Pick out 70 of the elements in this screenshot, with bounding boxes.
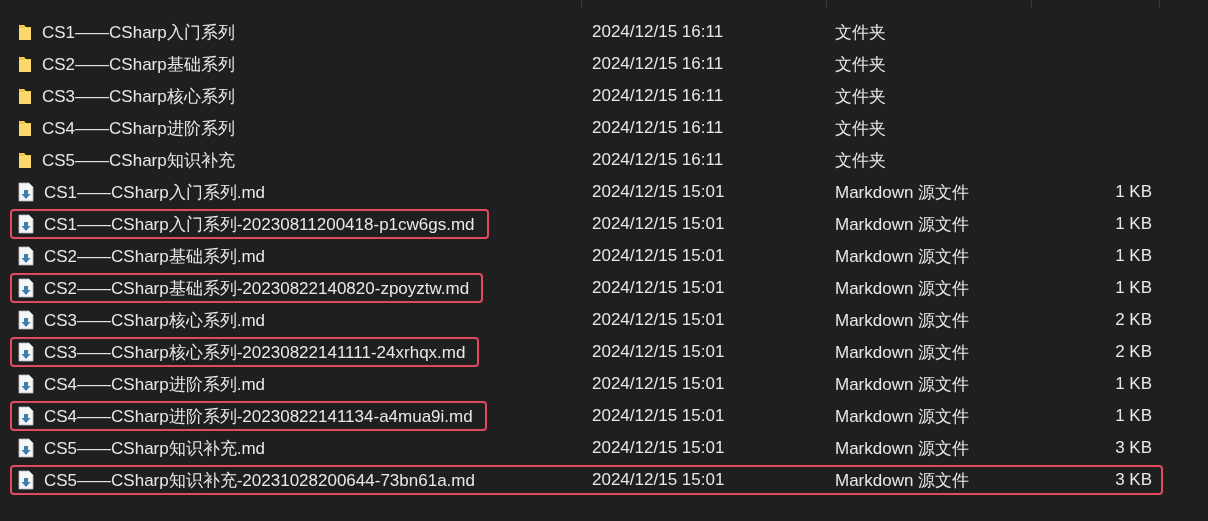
file-size: 1 KB xyxy=(1115,374,1153,394)
file-icon xyxy=(18,182,34,202)
file-size: 1 KB xyxy=(1115,278,1153,298)
modified-date: 2024/12/15 15:01 xyxy=(591,470,726,490)
modified-date: 2024/12/15 15:01 xyxy=(591,278,726,298)
modified-date: 2024/12/15 15:01 xyxy=(591,310,726,330)
modified-date: 2024/12/15 15:01 xyxy=(591,438,726,458)
file-size: 1 KB xyxy=(1115,406,1153,426)
file-name[interactable]: CS2——CSharp基础系列 xyxy=(10,49,249,79)
file-type: Markdown 源文件 xyxy=(834,437,971,460)
file-icon xyxy=(18,214,34,234)
file-type: Markdown 源文件 xyxy=(834,309,971,332)
folder-icon xyxy=(18,151,32,169)
folder-icon xyxy=(18,119,32,137)
file-name[interactable]: CS3——CSharp核心系列.md xyxy=(10,305,280,335)
file-size: 1 KB xyxy=(1115,246,1153,266)
file-name[interactable]: CS4——CSharp进阶系列.md xyxy=(10,369,280,399)
file-name[interactable]: CS5——CSharp知识补充.md xyxy=(10,433,280,463)
file-type: Markdown 源文件 xyxy=(834,213,971,236)
file-icon xyxy=(18,406,34,426)
folder-icon xyxy=(18,23,32,41)
file-type: Markdown 源文件 xyxy=(834,277,971,300)
file-name[interactable]: CS4——CSharp进阶系列 xyxy=(10,113,249,143)
file-name[interactable]: CS1——CSharp入门系列 xyxy=(10,17,249,47)
file-type: 文件夹 xyxy=(834,149,887,172)
file-type: 文件夹 xyxy=(834,53,887,76)
file-name[interactable]: CS1——CSharp入门系列.md xyxy=(10,177,280,207)
modified-date: 2024/12/15 15:01 xyxy=(591,342,726,362)
file-name[interactable]: CS4——CSharp进阶系列-20230822141134-a4mua9i.md xyxy=(10,401,487,431)
modified-date: 2024/12/15 15:01 xyxy=(591,374,726,394)
file-icon xyxy=(18,310,34,330)
file-type: Markdown 源文件 xyxy=(834,405,971,428)
file-size: 1 KB xyxy=(1115,214,1153,234)
file-name[interactable]: CS3——CSharp核心系列 xyxy=(10,81,249,111)
modified-date: 2024/12/15 16:11 xyxy=(591,118,725,138)
modified-date: 2024/12/15 15:01 xyxy=(591,182,726,202)
file-icon xyxy=(18,342,34,362)
file-type: Markdown 源文件 xyxy=(834,373,971,396)
file-icon xyxy=(18,470,34,490)
modified-date: 2024/12/15 15:01 xyxy=(591,406,726,426)
file-icon xyxy=(18,278,34,298)
folder-icon xyxy=(18,87,32,105)
modified-date: 2024/12/15 16:11 xyxy=(591,54,725,74)
file-size: 2 KB xyxy=(1115,342,1153,362)
modified-date: 2024/12/15 16:11 xyxy=(591,150,725,170)
file-name[interactable]: CS2——CSharp基础系列-20230822140820-zpoyztw.md xyxy=(10,273,484,303)
modified-date: 2024/12/15 15:01 xyxy=(591,246,726,266)
file-icon xyxy=(18,374,34,394)
file-name[interactable]: CS3——CSharp核心系列-20230822141111-24xrhqx.md xyxy=(10,337,480,367)
file-size: 2 KB xyxy=(1115,310,1153,330)
file-type: 文件夹 xyxy=(834,117,887,140)
file-type: Markdown 源文件 xyxy=(834,245,971,268)
folder-icon xyxy=(18,55,32,73)
file-size: 3 KB xyxy=(1115,438,1153,458)
file-name[interactable]: CS1——CSharp入门系列-20230811200418-p1cw6gs.md xyxy=(10,209,489,239)
file-size: 3 KB xyxy=(1115,470,1153,490)
file-type: Markdown 源文件 xyxy=(834,181,971,204)
file-icon xyxy=(18,246,34,266)
modified-date: 2024/12/15 15:01 xyxy=(591,214,726,234)
file-name[interactable]: CS2——CSharp基础系列.md xyxy=(10,241,280,271)
file-type: 文件夹 xyxy=(834,21,887,44)
file-name[interactable]: CS5——CSharp知识补充-20231028200644-73bn61a.md xyxy=(10,465,489,495)
file-type: 文件夹 xyxy=(834,85,887,108)
modified-date: 2024/12/15 16:11 xyxy=(591,22,725,42)
file-name[interactable]: CS5——CSharp知识补充 xyxy=(10,145,249,175)
file-type: Markdown 源文件 xyxy=(834,341,971,364)
file-icon xyxy=(18,438,34,458)
modified-date: 2024/12/15 16:11 xyxy=(591,86,725,106)
file-type: Markdown 源文件 xyxy=(834,469,971,492)
file-size: 1 KB xyxy=(1115,182,1153,202)
